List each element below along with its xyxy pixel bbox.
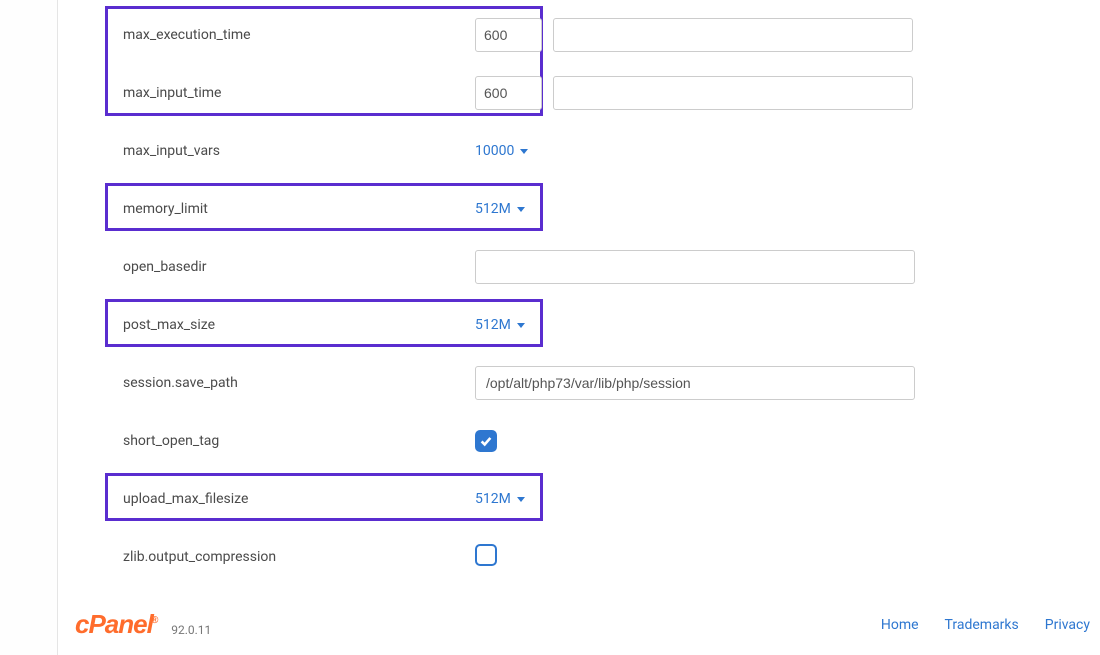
cpanel-logo: cPanel® (75, 609, 157, 640)
footer-link-home[interactable]: Home (881, 617, 919, 633)
label-post-max-size: post_max_size (105, 317, 475, 333)
input-max-input-time-secondary[interactable] (553, 76, 913, 110)
settings-panel: max_execution_time max_input_time max_in… (75, 0, 1100, 586)
dropdown-value: 512M (475, 201, 511, 217)
label-short-open-tag: short_open_tag (105, 433, 475, 449)
checkbox-short-open-tag[interactable] (475, 430, 497, 452)
dropdown-value: 10000 (475, 143, 514, 159)
input-open-basedir[interactable] (475, 250, 915, 284)
input-max-execution-time-secondary[interactable] (553, 18, 913, 52)
caret-down-icon (517, 207, 525, 212)
footer-link-privacy[interactable]: Privacy (1045, 617, 1090, 633)
label-upload-max-filesize: upload_max_filesize (105, 491, 475, 507)
caret-down-icon (520, 149, 528, 154)
dropdown-post-max-size[interactable]: 512M (475, 317, 525, 333)
side-rail (0, 0, 58, 655)
footer: cPanel® 92.0.11 Home Trademarks Privacy (75, 600, 1100, 655)
dropdown-max-input-vars[interactable]: 10000 (475, 143, 528, 159)
checkmark-icon (479, 434, 493, 448)
checkbox-zlib-output-compression[interactable] (475, 544, 497, 566)
label-session-save-path: session.save_path (105, 375, 475, 391)
input-max-input-time[interactable] (475, 76, 542, 110)
dropdown-value: 512M (475, 317, 511, 333)
label-zlib-output-compression: zlib.output_compression (105, 549, 475, 565)
input-session-save-path[interactable] (475, 366, 915, 400)
cpanel-version: 92.0.11 (171, 623, 211, 637)
label-max-input-time: max_input_time (105, 85, 475, 101)
caret-down-icon (517, 323, 525, 328)
label-max-input-vars: max_input_vars (105, 143, 475, 159)
label-memory-limit: memory_limit (105, 201, 475, 217)
input-max-execution-time[interactable] (475, 18, 542, 52)
dropdown-memory-limit[interactable]: 512M (475, 201, 525, 217)
footer-link-trademarks[interactable]: Trademarks (945, 617, 1019, 633)
label-max-execution-time: max_execution_time (105, 27, 475, 43)
label-open-basedir: open_basedir (105, 259, 475, 275)
caret-down-icon (517, 497, 525, 502)
dropdown-upload-max-filesize[interactable]: 512M (475, 491, 525, 507)
dropdown-value: 512M (475, 491, 511, 507)
